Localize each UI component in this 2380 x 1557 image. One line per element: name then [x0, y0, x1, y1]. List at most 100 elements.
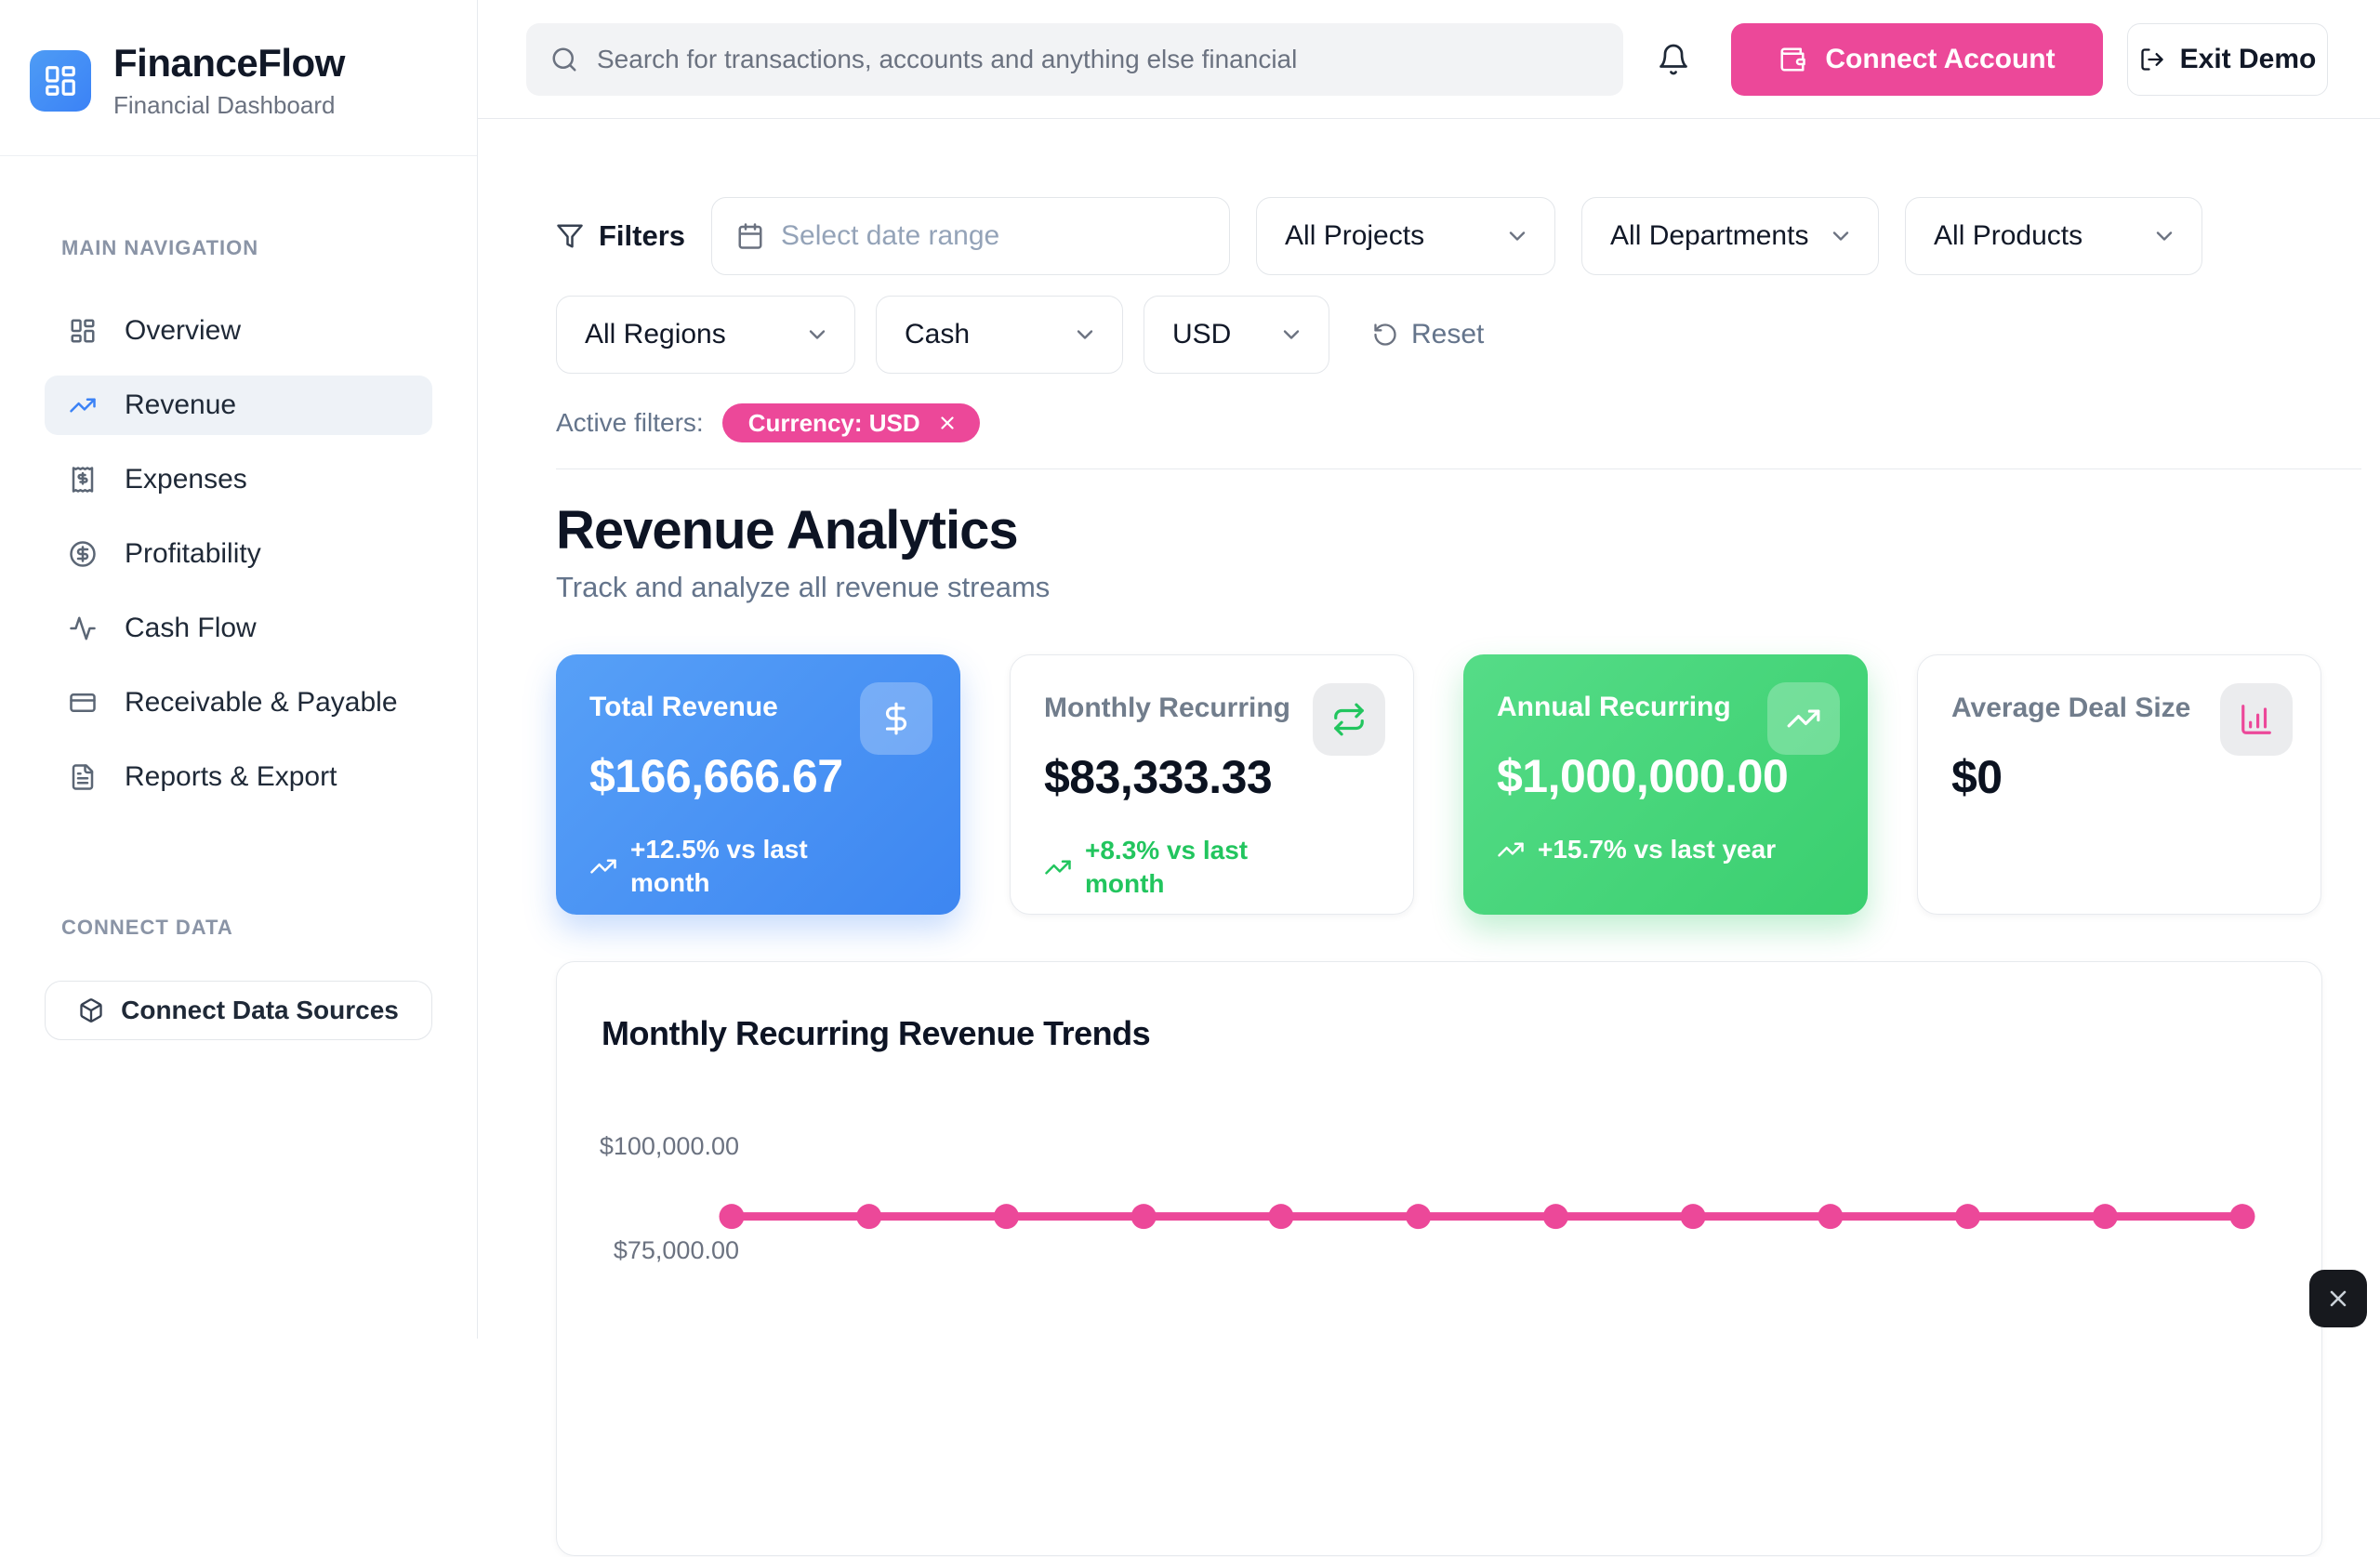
- exit-demo-button[interactable]: Exit Demo: [2127, 23, 2328, 96]
- regions-filter-dropdown[interactable]: All Regions: [556, 296, 855, 374]
- chevron-down-icon: [804, 322, 830, 348]
- data-point[interactable]: [2230, 1204, 2255, 1229]
- circle-dollar-icon: [69, 540, 97, 568]
- metric-card-total-revenue: Total Revenue $166,666.67 +12.5% vs last…: [556, 654, 960, 915]
- sidebar-item-label: Cash Flow: [125, 613, 257, 644]
- metric-card-annual-recurring: Annual Recurring $1,000,000.00 +15.7% vs…: [1463, 654, 1868, 915]
- data-point[interactable]: [1543, 1204, 1568, 1229]
- metric-change-text: +12.5% vs last month: [630, 833, 863, 901]
- metric-card-monthly-recurring: Monthly Recurring $83,333.33 +8.3% vs la…: [1010, 654, 1414, 915]
- active-filter-badge-label: Currency: USD: [748, 409, 920, 438]
- active-filters-label: Active filters:: [556, 408, 704, 438]
- data-point[interactable]: [994, 1204, 1019, 1229]
- connect-data-sources-label: Connect Data Sources: [121, 996, 399, 1025]
- filters-label: Filters: [599, 219, 685, 253]
- sidebar-item-receivable-payable[interactable]: Receivable & Payable: [45, 673, 432, 732]
- layout-dashboard-icon: [69, 317, 97, 345]
- metric-card-average-deal-size: Average Deal Size $0: [1917, 654, 2321, 915]
- data-point[interactable]: [1955, 1204, 1980, 1229]
- data-point[interactable]: [2093, 1204, 2118, 1229]
- sidebar-item-profitability[interactable]: Profitability: [45, 524, 432, 584]
- mrr-trends-chart-card: Monthly Recurring Revenue Trends $100,00…: [556, 961, 2322, 1556]
- repeat-icon: [1331, 702, 1367, 737]
- notifications-button[interactable]: [1657, 43, 1690, 76]
- receipt-icon: [69, 466, 97, 494]
- close-overlay-button[interactable]: [2309, 1270, 2367, 1327]
- calendar-icon: [736, 222, 764, 250]
- sidebar-item-cash-flow[interactable]: Cash Flow: [45, 599, 432, 658]
- search-input[interactable]: [597, 45, 1623, 74]
- chevron-down-icon: [1828, 223, 1854, 249]
- metric-value: $0: [1951, 750, 2287, 804]
- global-search[interactable]: [526, 23, 1623, 96]
- metric-icon-chip: [1767, 682, 1840, 755]
- data-point[interactable]: [1818, 1204, 1843, 1229]
- sidebar-item-expenses[interactable]: Expenses: [45, 450, 432, 509]
- data-point[interactable]: [1406, 1204, 1431, 1229]
- currency-filter-dropdown[interactable]: USD: [1144, 296, 1329, 374]
- reset-filters-button[interactable]: Reset: [1372, 319, 1484, 350]
- connect-account-button[interactable]: Connect Account: [1731, 23, 2103, 96]
- main-navigation-header: MAIN NAVIGATION: [61, 236, 432, 260]
- app-logo: FinanceFlow Financial Dashboard: [0, 0, 477, 155]
- connect-data-header: CONNECT DATA: [61, 916, 432, 940]
- products-filter-value: All Products: [1934, 220, 2082, 252]
- connect-data-section: CONNECT DATA Connect Data Sources: [45, 916, 432, 1040]
- search-icon: [550, 46, 578, 73]
- trending-up-icon: [69, 391, 97, 419]
- y-axis-tick: $100,000.00: [594, 1132, 739, 1161]
- connect-data-sources-button[interactable]: Connect Data Sources: [45, 981, 432, 1040]
- date-range-picker[interactable]: [711, 197, 1230, 275]
- mrr-line-chart: [732, 962, 2242, 1557]
- page-subtitle: Track and analyze all revenue streams: [556, 571, 2380, 604]
- dollar-sign-icon: [879, 701, 914, 736]
- active-filter-badge-currency[interactable]: Currency: USD: [722, 403, 980, 442]
- sidebar-item-label: Receivable & Payable: [125, 687, 398, 719]
- package-icon: [78, 997, 104, 1023]
- metric-icon-chip: [1313, 683, 1385, 756]
- sidebar-item-revenue[interactable]: Revenue: [45, 376, 432, 435]
- trending-up-icon: [589, 852, 617, 880]
- bar-chart-icon: [2239, 702, 2274, 737]
- file-text-icon: [69, 763, 97, 791]
- chevron-down-icon: [1278, 322, 1304, 348]
- data-point[interactable]: [856, 1204, 881, 1229]
- topbar: Connect Account Exit Demo: [478, 0, 2380, 119]
- sidebar-item-label: Profitability: [125, 538, 261, 570]
- rotate-ccw-icon: [1372, 322, 1398, 348]
- page-title: Revenue Analytics: [556, 499, 2380, 561]
- metric-change: +12.5% vs last month: [589, 833, 927, 901]
- currency-filter-value: USD: [1172, 319, 1231, 350]
- method-filter-value: Cash: [905, 319, 970, 350]
- log-out-icon: [2139, 46, 2165, 73]
- app-logo-icon: [30, 50, 91, 112]
- layout-dashboard-icon: [43, 63, 78, 99]
- metric-value: $83,333.33: [1044, 750, 1380, 804]
- projects-filter-dropdown[interactable]: All Projects: [1256, 197, 1555, 275]
- regions-filter-value: All Regions: [585, 319, 726, 350]
- sidebar: FinanceFlow Financial Dashboard MAIN NAV…: [0, 0, 478, 1339]
- data-point[interactable]: [1681, 1204, 1706, 1229]
- section-divider: [556, 468, 2361, 469]
- metric-cards: Total Revenue $166,666.67 +12.5% vs last…: [556, 654, 2380, 915]
- metric-change-text: +8.3% vs last month: [1085, 834, 1317, 902]
- remove-filter-icon[interactable]: [937, 413, 958, 433]
- filter-icon: [556, 222, 584, 250]
- departments-filter-dropdown[interactable]: All Departments: [1581, 197, 1879, 275]
- sidebar-item-reports-export[interactable]: Reports & Export: [45, 747, 432, 807]
- metric-icon-chip: [2220, 683, 2293, 756]
- trending-up-icon: [1786, 701, 1821, 736]
- data-point[interactable]: [720, 1204, 745, 1229]
- chevron-down-icon: [2151, 223, 2177, 249]
- active-filters-row: Active filters: Currency: USD: [556, 403, 2380, 442]
- data-point[interactable]: [1131, 1204, 1157, 1229]
- date-range-input[interactable]: [781, 220, 1229, 252]
- method-filter-dropdown[interactable]: Cash: [876, 296, 1123, 374]
- data-point[interactable]: [1268, 1204, 1293, 1229]
- app-tagline: Financial Dashboard: [113, 91, 345, 120]
- close-icon: [2325, 1286, 2351, 1312]
- sidebar-item-overview[interactable]: Overview: [45, 301, 432, 361]
- products-filter-dropdown[interactable]: All Products: [1905, 197, 2202, 275]
- sidebar-item-label: Expenses: [125, 464, 247, 495]
- metric-value: $1,000,000.00: [1497, 749, 1834, 803]
